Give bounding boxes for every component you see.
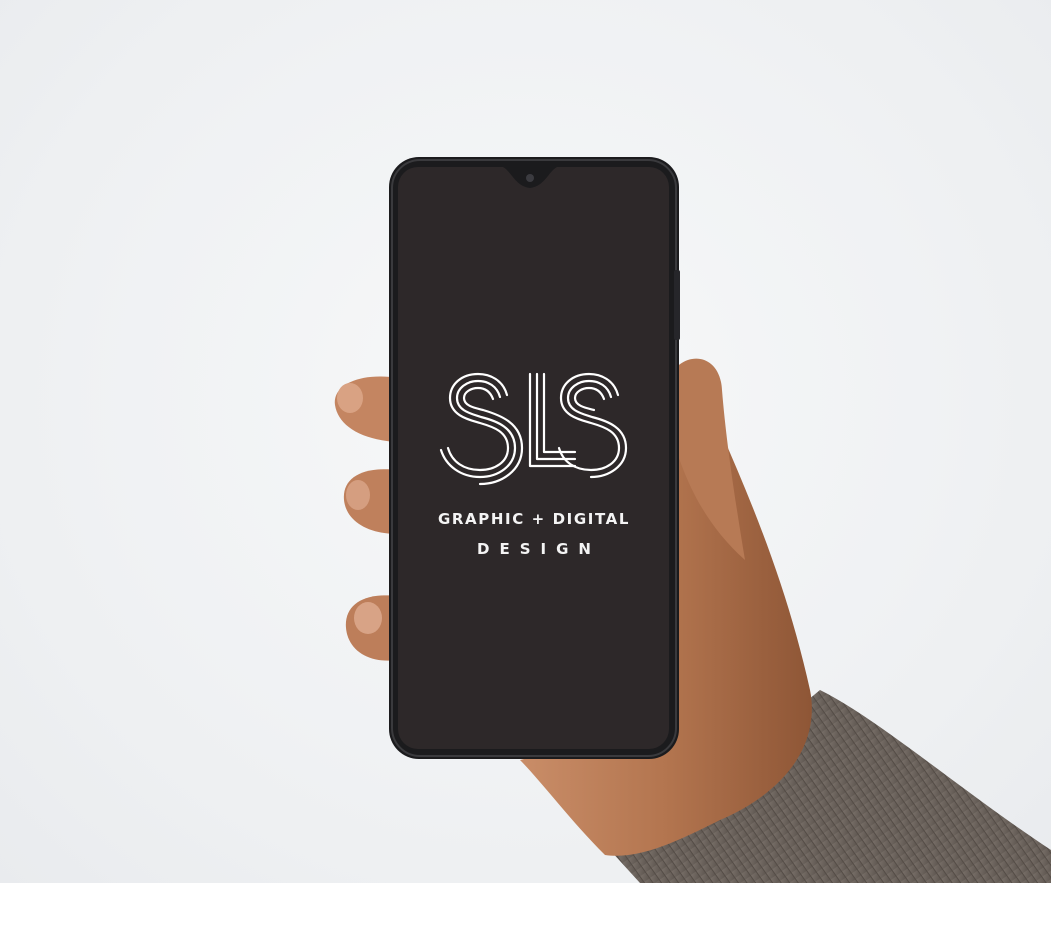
phone-screen-content: GRAPHIC + DIGITAL DESIGN	[401, 170, 667, 740]
bottom-blank-strip	[0, 883, 1051, 945]
photo-scene: GRAPHIC + DIGITAL DESIGN	[0, 0, 1051, 883]
phone-side-button	[674, 270, 680, 340]
fingers	[334, 376, 398, 661]
tagline-line2: DESIGN	[477, 540, 601, 558]
tagline-line1: GRAPHIC + DIGITAL	[438, 510, 630, 528]
